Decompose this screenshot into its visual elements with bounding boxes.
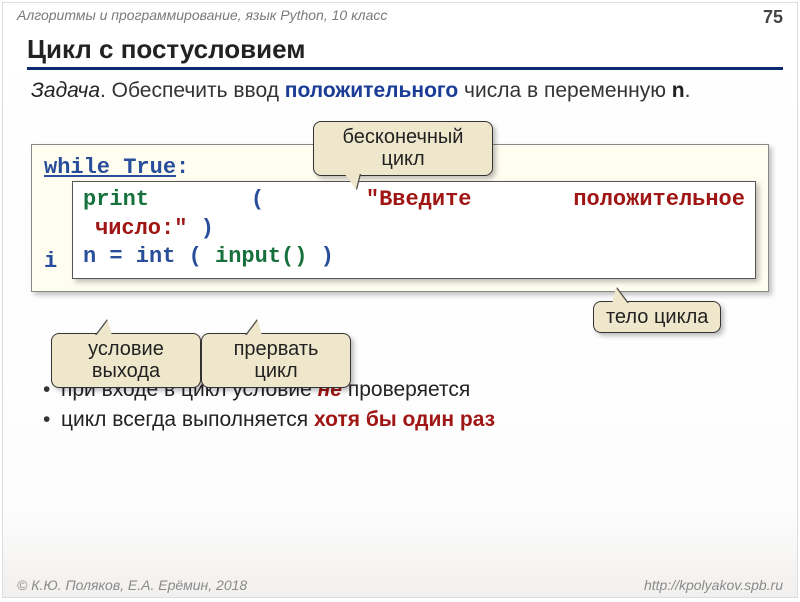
breadcrumb: Алгоритмы и программирование, язык Pytho… bbox=[17, 7, 387, 28]
keyword-print: print bbox=[83, 186, 149, 215]
code-n-int: n = int ( bbox=[83, 244, 202, 269]
task-label: Задача bbox=[31, 79, 100, 102]
callout-exit-text: условие выхода bbox=[88, 338, 164, 382]
paren-close-1: ) bbox=[201, 216, 214, 241]
page-title: Цикл с постусловием bbox=[27, 34, 783, 70]
string-part-c: число:" bbox=[95, 216, 187, 241]
page-number: 75 bbox=[763, 7, 783, 28]
keyword-while-true: while True bbox=[44, 155, 176, 180]
code-block-inner: print ( "Введите положительное число:" )… bbox=[72, 181, 756, 279]
task-paragraph: Задача. Обеспечить ввод положительного ч… bbox=[31, 78, 783, 104]
task-var: n bbox=[672, 79, 685, 102]
string-part-b: положительное bbox=[573, 186, 745, 215]
note-item-2: цикл всегда выполняется хотя бы один раз bbox=[43, 408, 783, 432]
string-part-a: "Введите bbox=[366, 186, 472, 215]
inner-line-2: число:" ) bbox=[83, 215, 745, 244]
inner-line-3: n = int ( input() ) bbox=[83, 243, 745, 272]
copyright-text: © К.Ю. Поляков, Е.А. Ерёмин, 2018 bbox=[17, 577, 247, 593]
task-hl-positive: положительного bbox=[285, 79, 458, 102]
task-suffix: . bbox=[685, 79, 691, 102]
callout-body-text: тело цикла bbox=[606, 306, 708, 328]
paren-open: ( bbox=[251, 186, 264, 215]
header-bar: Алгоритмы и программирование, язык Pytho… bbox=[3, 3, 797, 28]
note1-post: проверяется bbox=[342, 378, 470, 401]
callout-infinite-text: бесконечный цикл bbox=[343, 126, 464, 170]
callout-loop-body: тело цикла bbox=[593, 301, 721, 333]
callout-break: прервать цикл bbox=[201, 333, 351, 388]
task-mid: числа в переменную bbox=[458, 79, 672, 102]
callout-exit-condition: условие выхода bbox=[51, 333, 201, 388]
code-colon: : bbox=[176, 155, 189, 180]
callout-break-text: прервать цикл bbox=[234, 338, 319, 382]
inner-line-1: print ( "Введите положительное bbox=[83, 186, 745, 215]
task-prefix: . Обеспечить ввод bbox=[100, 79, 285, 102]
note2-pre: цикл всегда выполняется bbox=[61, 408, 314, 431]
paren-close-2: ) bbox=[321, 244, 334, 269]
keyword-input: input() bbox=[215, 244, 307, 269]
callout-infinite-loop: бесконечный цикл bbox=[313, 121, 493, 176]
slide-page: Алгоритмы и программирование, язык Pytho… bbox=[2, 2, 798, 598]
note2-em: хотя бы один раз bbox=[314, 408, 495, 431]
keyword-if-fragment: i bbox=[44, 249, 57, 274]
footer: © К.Ю. Поляков, Е.А. Ерёмин, 2018 http:/… bbox=[17, 577, 783, 593]
footer-url: http://kpolyakov.spb.ru bbox=[644, 577, 783, 593]
